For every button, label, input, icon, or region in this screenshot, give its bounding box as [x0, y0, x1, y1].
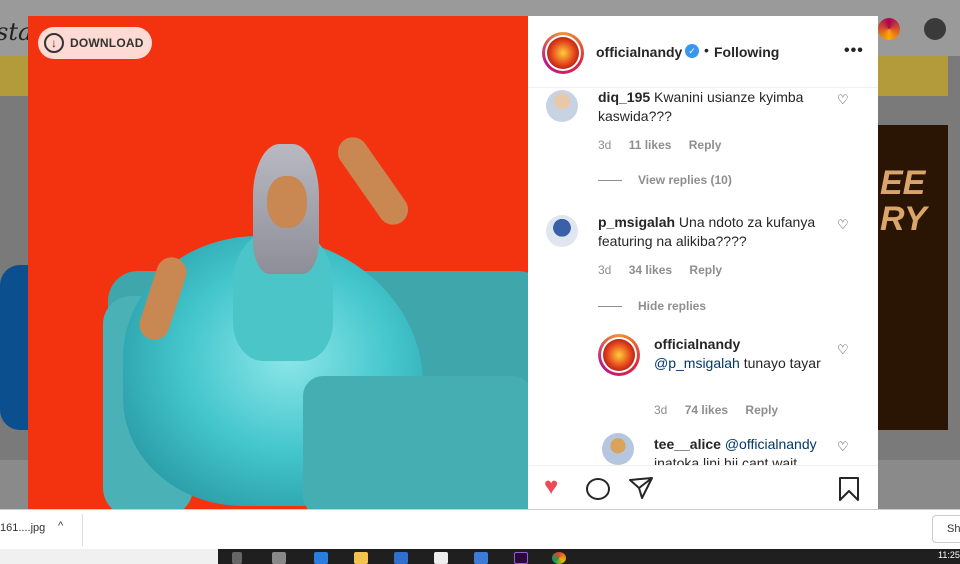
- taskbar-search-area[interactable]: [0, 549, 218, 564]
- comment-like-icon[interactable]: ♡: [837, 217, 849, 233]
- header-separator: •: [704, 42, 709, 58]
- more-options-icon[interactable]: •••: [844, 42, 864, 60]
- photo-figure-arm: [332, 131, 414, 231]
- comment-mention[interactable]: @officialnandy: [725, 436, 817, 452]
- comment-text: tee__alice @officialnandy inatoka lini h…: [654, 436, 817, 465]
- edge-icon[interactable]: [314, 552, 328, 564]
- task-view-icon[interactable]: [272, 552, 286, 564]
- comment-reply-button[interactable]: Reply: [689, 138, 722, 152]
- bookmark-icon[interactable]: [838, 476, 860, 509]
- chrome-icon[interactable]: [552, 552, 566, 564]
- download-extension-icon[interactable]: [924, 18, 946, 40]
- post-modal: ↓ DOWNLOAD officialnandy ✓ • Following •…: [28, 16, 878, 509]
- post-actions: ♥: [528, 465, 878, 509]
- comment-username[interactable]: tee__alice: [654, 436, 721, 452]
- comment-reply-button[interactable]: Reply: [745, 403, 778, 417]
- commenter-avatar[interactable]: [602, 433, 634, 465]
- divider: [82, 514, 83, 546]
- comment-username[interactable]: diq_195: [598, 89, 650, 105]
- comment-like-icon[interactable]: ♡: [837, 439, 849, 455]
- comment-username[interactable]: officialnandy: [654, 336, 740, 352]
- premiere-icon[interactable]: [514, 552, 528, 564]
- comment-like-icon[interactable]: ♡: [837, 342, 849, 358]
- download-label: DOWNLOAD: [70, 36, 144, 50]
- view-replies-button[interactable]: View replies (10): [598, 173, 732, 187]
- comment-age: 3d: [598, 138, 612, 152]
- comment-likes[interactable]: 74 likes: [685, 403, 728, 417]
- background-post-left: [0, 265, 30, 430]
- download-shelf: 161....jpg ^ Sh: [0, 509, 960, 549]
- comment-likes[interactable]: 11 likes: [629, 138, 672, 152]
- show-all-button[interactable]: Sh: [932, 515, 960, 543]
- comment-age: 3d: [654, 403, 668, 417]
- commenter-avatar[interactable]: [546, 215, 578, 247]
- taskbar-clock[interactable]: 11:25: [938, 550, 960, 560]
- downloaded-file-name[interactable]: 161....jpg: [0, 522, 45, 534]
- comments-list[interactable]: diq_195 Kwanini usianze kyimba kaswida??…: [528, 88, 878, 465]
- mail-icon[interactable]: [394, 552, 408, 564]
- app-icon[interactable]: [474, 552, 488, 564]
- comment-like-icon[interactable]: ♡: [837, 92, 849, 108]
- comment-text: p_msigalah Una ndoto za kufanya featurin…: [598, 214, 816, 249]
- photo-face: [267, 176, 307, 228]
- comment-icon[interactable]: [586, 478, 610, 500]
- comment-mention[interactable]: @p_msigalah: [654, 355, 740, 371]
- background-banner: [878, 56, 948, 96]
- comment-meta: 3d 11 likes Reply: [598, 138, 735, 152]
- commenter-avatar[interactable]: [598, 334, 640, 376]
- hide-replies-button[interactable]: Hide replies: [598, 299, 706, 313]
- store-icon[interactable]: [434, 552, 448, 564]
- comment-username[interactable]: p_msigalah: [598, 214, 675, 230]
- download-arrow-icon: ↓: [44, 33, 64, 53]
- like-heart-icon[interactable]: ♥: [544, 473, 558, 501]
- search-icon[interactable]: [232, 552, 242, 564]
- comment-text: officialnandy @p_msigalah tunayo tayar: [654, 336, 821, 371]
- author-avatar[interactable]: [542, 32, 584, 74]
- verified-badge-icon: ✓: [685, 44, 699, 58]
- post-photo[interactable]: ↓ DOWNLOAD: [28, 16, 528, 509]
- comment-likes[interactable]: 34 likes: [629, 263, 672, 277]
- download-button[interactable]: ↓ DOWNLOAD: [38, 27, 152, 59]
- chevron-up-icon[interactable]: ^: [58, 520, 63, 532]
- background-post-text: EE RY: [880, 164, 927, 238]
- photo-sofa-cushion: [303, 376, 528, 509]
- share-icon[interactable]: [628, 476, 654, 507]
- comment-reply-button[interactable]: Reply: [689, 263, 722, 277]
- commenter-avatar[interactable]: [546, 90, 578, 122]
- comment-text: diq_195 Kwanini usianze kyimba kaswida??…: [598, 89, 804, 124]
- post-sidebar: officialnandy ✓ • Following ••• diq_195 …: [528, 16, 878, 509]
- comment-age: 3d: [598, 263, 612, 277]
- profile-avatar-icon[interactable]: [878, 18, 900, 40]
- file-explorer-icon[interactable]: [354, 552, 368, 564]
- background-banner: [0, 56, 30, 96]
- windows-taskbar: 11:25: [0, 549, 960, 564]
- comment-meta: 3d 74 likes Reply: [654, 403, 792, 417]
- following-button[interactable]: Following: [714, 44, 779, 60]
- author-username[interactable]: officialnandy: [596, 44, 682, 60]
- post-header: officialnandy ✓ • Following •••: [528, 16, 878, 88]
- comment-meta: 3d 34 likes Reply: [598, 263, 736, 277]
- background-post-right: EE RY: [878, 125, 948, 430]
